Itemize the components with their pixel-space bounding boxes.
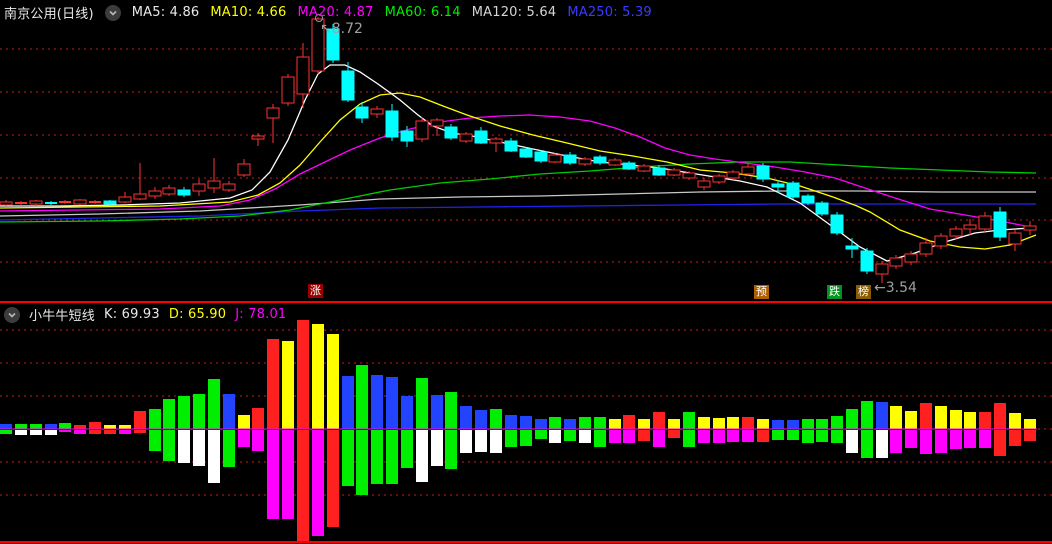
price-annotation: ←3.54 <box>874 280 917 296</box>
marker-badge-yu: 预 <box>754 285 769 299</box>
marker-badge-bang: 榜 <box>856 285 871 299</box>
ma5-label: MA5: 4.86 <box>131 5 200 20</box>
collapse-panel2-button[interactable] <box>4 306 20 323</box>
chevron-down-icon <box>109 10 117 16</box>
d-value-label: D: 65.90 <box>168 307 227 322</box>
collapse-panel1-button[interactable] <box>104 4 121 21</box>
j-value-label: J: 78.01 <box>235 307 287 322</box>
chart-canvas[interactable]: ↖8.72 ←3.54 <box>0 0 1052 544</box>
marker-badge-zhang: 涨 <box>308 284 323 298</box>
ma20-label: MA20: 4.87 <box>297 5 374 20</box>
tdx-chart-window: { "panel1": { "title": "南京公用(日线)", "ma_l… <box>0 0 1052 544</box>
main-chart-header: 南京公用(日线) MA5: 4.86 MA10: 4.66 MA20: 4.87… <box>4 3 652 22</box>
ma250-label: MA250: 5.39 <box>567 5 652 20</box>
chevron-down-icon <box>8 312 16 318</box>
stock-title: 南京公用(日线) <box>4 7 94 22</box>
ma60-label: MA60: 6.14 <box>384 5 461 20</box>
ma10-label: MA10: 4.66 <box>210 5 287 20</box>
indicator-header: 小牛牛短线 K: 69.93 D: 65.90 J: 78.01 <box>4 305 286 324</box>
marker-badge-die: 跌 <box>827 285 842 299</box>
ma120-label: MA120: 5.64 <box>471 5 557 20</box>
k-value-label: K: 69.93 <box>104 307 160 322</box>
price-annotation: ↖8.72 <box>320 21 363 37</box>
indicator-title: 小牛牛短线 <box>29 309 96 324</box>
